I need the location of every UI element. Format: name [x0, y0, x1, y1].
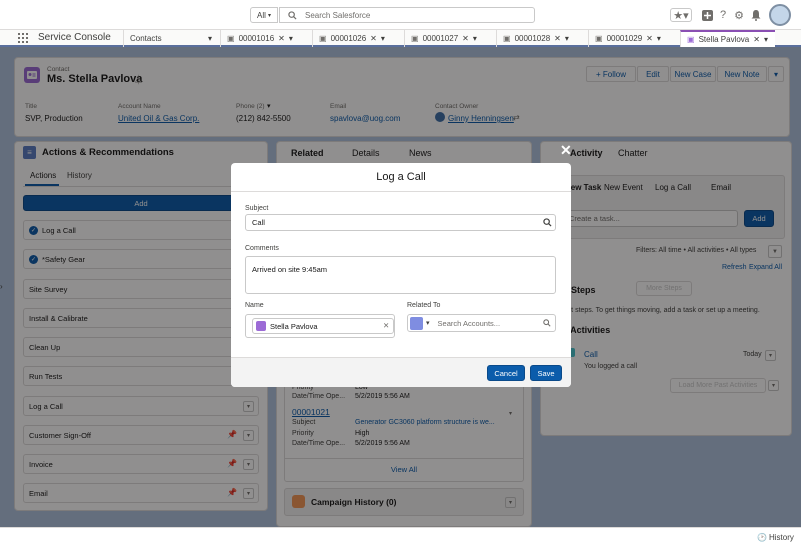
related-to-lookup[interactable]: ▾ Search Accounts...: [407, 314, 556, 332]
global-search-input[interactable]: Search Salesforce: [279, 7, 535, 23]
name-label: Name: [245, 302, 264, 309]
clock-icon: 🕑: [757, 533, 767, 542]
name-lookup-field[interactable]: Stella Pavlova ✕: [245, 314, 395, 338]
chevron-down-icon[interactable]: ▾: [381, 34, 385, 43]
close-icon[interactable]: ✕: [646, 34, 653, 43]
help-icon[interactable]: ?: [716, 8, 730, 22]
chevron-down-icon[interactable]: ▾: [565, 34, 569, 43]
subject-label: Subject: [245, 205, 269, 212]
workspace-tab[interactable]: ▣ 00001029 ✕ ▾: [588, 30, 680, 47]
workspace-tab[interactable]: ▣ 00001026 ✕ ▾: [312, 30, 404, 47]
case-icon: ▣: [227, 34, 235, 43]
case-icon: ▣: [503, 34, 511, 43]
search-scope-dropdown[interactable]: All ▾: [250, 7, 278, 23]
close-icon[interactable]: ✕: [278, 34, 285, 43]
subject-input[interactable]: Call: [245, 214, 556, 231]
related-to-label: Related To: [407, 302, 441, 309]
workspace-tab-label: Stella Pavlova: [698, 35, 750, 44]
app-name: Service Console: [38, 32, 111, 43]
close-icon[interactable]: ✕: [554, 34, 561, 43]
close-icon[interactable]: ✕: [370, 34, 377, 43]
search-placeholder: Search Salesforce: [305, 10, 371, 20]
utility-bar: [0, 527, 801, 550]
favorites-star-icon[interactable]: ★▾: [670, 8, 692, 22]
chevron-down-icon[interactable]: ▾: [764, 35, 768, 44]
workspace-tab-label: 00001026: [330, 34, 367, 43]
contact-icon: [256, 321, 266, 331]
nav-object-tab[interactable]: Contacts ▾: [123, 30, 220, 47]
user-avatar[interactable]: [769, 4, 791, 26]
name-pill[interactable]: Stella Pavlova ✕: [252, 318, 394, 334]
search-icon: [288, 10, 297, 20]
related-to-placeholder: Search Accounts...: [437, 318, 501, 328]
search-icon: [543, 319, 551, 327]
workspace-tab-active[interactable]: ▣ Stella Pavlova ✕ ▾: [680, 30, 775, 47]
history-utility[interactable]: History: [769, 533, 794, 542]
contact-icon: ▣: [687, 35, 695, 44]
comments-textarea[interactable]: Arrived on site 9:45am: [245, 256, 556, 294]
case-icon: ▣: [595, 34, 603, 43]
workspace-tab-label: 00001028: [514, 34, 551, 43]
comments-value: Arrived on site 9:45am: [252, 265, 328, 274]
chevron-down-icon[interactable]: ▾: [473, 34, 477, 43]
workspace-tab-label: 00001027: [422, 34, 459, 43]
workspace-tab[interactable]: ▣ 00001027 ✕ ▾: [404, 30, 496, 47]
cancel-button[interactable]: Cancel: [487, 365, 525, 381]
case-icon: ▣: [411, 34, 419, 43]
account-icon[interactable]: [410, 316, 423, 330]
chevron-down-icon[interactable]: ▾: [208, 34, 212, 43]
notifications-bell-icon[interactable]: [749, 8, 763, 22]
chevron-down-icon: ▾: [267, 12, 271, 19]
modal-title: Log a Call: [231, 163, 571, 192]
chevron-down-icon[interactable]: ▾: [289, 34, 293, 43]
chevron-down-icon[interactable]: ▾: [657, 34, 661, 43]
workspace-tab-label: 00001016: [238, 34, 275, 43]
name-pill-label: Stella Pavlova: [270, 321, 318, 331]
case-icon: ▣: [319, 34, 327, 43]
close-icon[interactable]: ✕: [462, 34, 469, 43]
workspace-tab[interactable]: ▣ 00001028 ✕ ▾: [496, 30, 588, 47]
search-icon: [543, 218, 552, 227]
global-actions-icon[interactable]: [700, 8, 714, 22]
close-icon[interactable]: ✕: [753, 35, 760, 44]
comments-label: Comments: [245, 245, 279, 252]
app-launcher-icon[interactable]: [18, 33, 28, 43]
close-icon[interactable]: ✕: [560, 142, 572, 159]
workspace-tab[interactable]: ▣ 00001016 ✕ ▾: [220, 30, 312, 47]
save-button[interactable]: Save: [530, 365, 562, 381]
search-scope-label: All: [257, 10, 266, 20]
remove-icon[interactable]: ✕: [383, 321, 389, 330]
workspace-tab-label: 00001029: [606, 34, 643, 43]
nav-object-label: Contacts: [130, 34, 162, 43]
subject-value: Call: [252, 218, 265, 227]
chevron-down-icon[interactable]: ▾: [426, 319, 430, 327]
setup-gear-icon[interactable]: ⚙: [732, 8, 746, 22]
